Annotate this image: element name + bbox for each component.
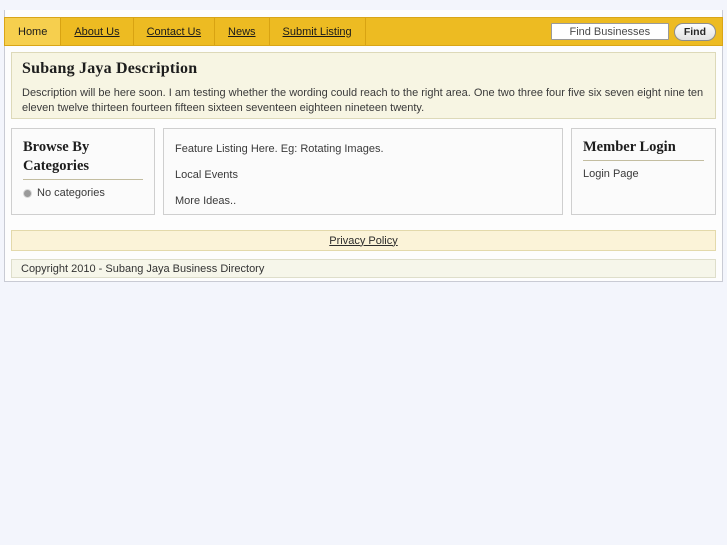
member-login-title: Member Login [583,139,676,155]
member-login-panel: Member Login Login Page [571,128,716,215]
search-input[interactable] [550,23,669,40]
copyright-text: Copyright 2010 - Subang Jaya Business Di… [21,262,265,275]
main-navigation-bar: Home About Us Contact Us News Submit Lis… [4,17,723,46]
description-body: Description will be here soon. I am test… [22,87,704,114]
browse-categories-title: Browse By Categories [23,139,90,174]
nav-tab-submit-listing-label: Submit Listing [282,25,352,38]
category-item-label: No categories [37,187,105,199]
privacy-policy-link[interactable]: Privacy Policy [329,235,397,247]
search-area: Find [550,18,722,45]
description-title: Subang Jaya Description [22,60,198,77]
feature-line-1: Feature Listing Here. Eg: Rotating Image… [175,143,384,155]
privacy-policy-bar: Privacy Policy [11,230,716,251]
login-page-link[interactable]: Login Page [583,168,704,180]
feature-listing-panel: Feature Listing Here. Eg: Rotating Image… [163,128,563,215]
list-item[interactable]: No categories [23,187,143,199]
find-button[interactable]: Find [673,22,716,41]
browse-categories-panel: Browse By Categories No categories [11,128,155,215]
nav-tab-home-label: Home [18,25,48,38]
nav-tab-home[interactable]: Home [5,18,62,45]
nav-tab-about-us-label: About Us [74,25,120,38]
description-panel: Subang Jaya Description Description will… [11,52,716,119]
category-list: No categories [23,187,143,199]
feature-line-2: Local Events [175,169,238,181]
content-columns: Browse By Categories No categories Featu… [11,128,716,215]
member-login-divider [583,160,704,161]
nav-tab-submit-listing[interactable]: Submit Listing [270,18,366,45]
nav-tab-news-label: News [228,25,256,38]
feature-line-3: More Ideas.. [175,195,237,207]
nav-tab-contact-us-label: Contact Us [146,25,202,38]
nav-tab-about-us[interactable]: About Us [61,18,134,45]
browse-categories-divider [23,179,143,180]
copyright-bar: Copyright 2010 - Subang Jaya Business Di… [11,259,716,278]
bullet-disc-icon [23,188,32,198]
nav-tab-contact-us[interactable]: Contact Us [134,18,216,45]
nav-tab-news[interactable]: News [215,18,270,45]
